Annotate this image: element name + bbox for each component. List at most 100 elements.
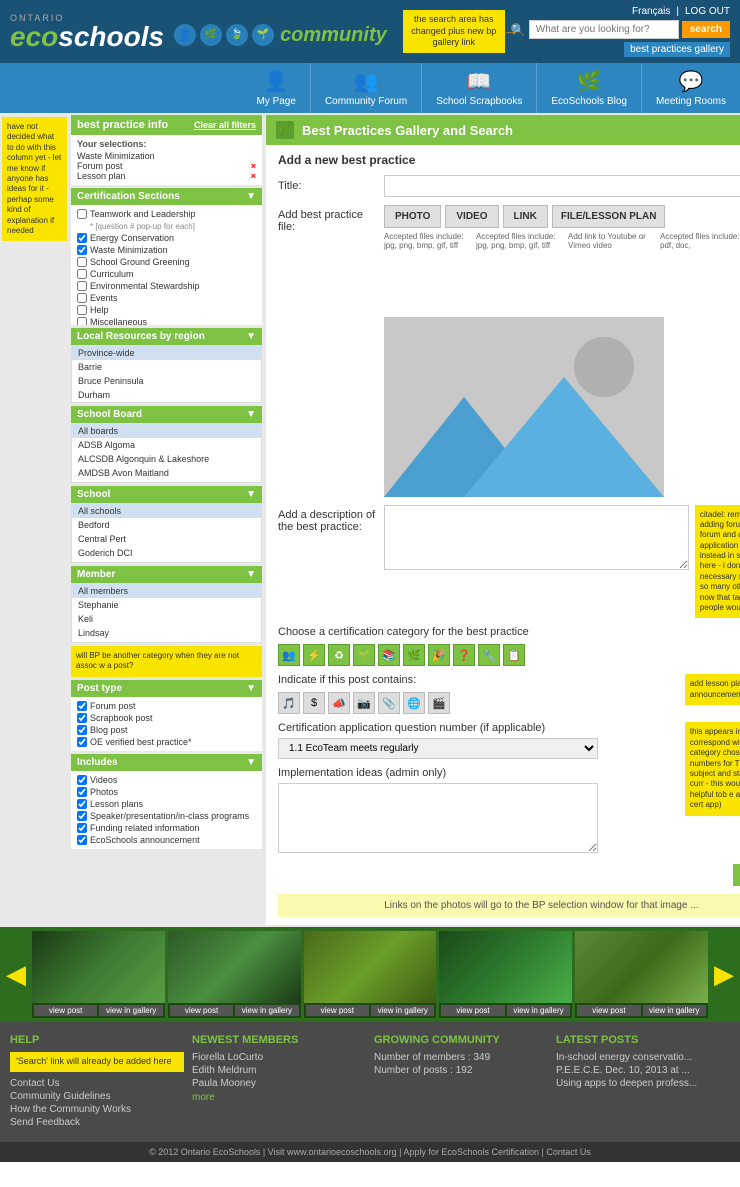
indicate-icon-3[interactable]: 📣 (328, 692, 350, 714)
photo-button[interactable]: PHOTO (384, 205, 441, 228)
cert-icon-7[interactable]: 🎉 (428, 644, 450, 666)
include-checkbox-0[interactable] (77, 775, 87, 785)
cert-icon-5[interactable]: 📚 (378, 644, 400, 666)
member-header[interactable]: Member ▼ (71, 566, 262, 583)
search-button[interactable]: search (682, 21, 730, 38)
submit-button[interactable]: submit (733, 864, 740, 886)
member-item-4[interactable]: Raisa (72, 640, 261, 643)
latest-post-2[interactable]: Using apps to deepen profess... (556, 1078, 730, 1089)
board-item-3[interactable]: AMDSB Avon Maitland (72, 466, 261, 480)
view-gallery-4[interactable]: view in gallery (643, 1005, 706, 1016)
cert-icon-8[interactable]: ❓ (453, 644, 475, 666)
local-item-0[interactable]: Province-wide (72, 346, 261, 360)
footer-contact-link[interactable]: Contact Us (10, 1078, 184, 1089)
post-checkbox-0[interactable] (77, 701, 87, 711)
local-item-1[interactable]: Barrie (72, 360, 261, 374)
include-checkbox-4[interactable] (77, 823, 87, 833)
member-item-0[interactable]: All members (72, 584, 261, 598)
impl-textarea[interactable] (278, 783, 598, 853)
school-header[interactable]: School ▼ (71, 486, 262, 503)
local-item-2[interactable]: Bruce Peninsula (72, 374, 261, 388)
cert-checkbox-6[interactable] (77, 293, 87, 303)
local-resources-header[interactable]: Local Resources by region ▼ (71, 328, 262, 345)
footer-how-link[interactable]: How the Community Works (10, 1104, 184, 1115)
cert-question-select[interactable]: 1.1 EcoTeam meets regularly (278, 738, 598, 759)
desc-textarea[interactable] (384, 505, 689, 570)
cert-icon-4[interactable]: 🌱 (353, 644, 375, 666)
include-checkbox-2[interactable] (77, 799, 87, 809)
school-item-2[interactable]: Central Pert (72, 532, 261, 546)
includes-header[interactable]: Includes ▼ (71, 754, 262, 771)
cert-icon-3[interactable]: ♻ (328, 644, 350, 666)
title-input[interactable] (384, 175, 740, 197)
indicate-icon-6[interactable]: 🌐 (403, 692, 425, 714)
cert-checkbox-1[interactable] (77, 233, 87, 243)
include-checkbox-3[interactable] (77, 811, 87, 821)
gallery-arrow-right[interactable]: ▶ (708, 959, 740, 990)
footer-feedback-link[interactable]: Send Feedback (10, 1117, 184, 1128)
nav-item-meetings[interactable]: 💬 Meeting Rooms (642, 63, 740, 113)
cert-icon-1[interactable]: 👥 (278, 644, 300, 666)
video-button[interactable]: VIDEO (445, 205, 498, 228)
footer-more-link[interactable]: more (192, 1092, 215, 1103)
cert-checkbox-4[interactable] (77, 269, 87, 279)
local-item-3[interactable]: Durham (72, 388, 261, 402)
view-gallery-1[interactable]: view in gallery (235, 1005, 298, 1016)
link-button[interactable]: LINK (503, 205, 548, 228)
view-post-2[interactable]: view post (306, 1005, 369, 1016)
member-item-2[interactable]: Keli (72, 612, 261, 626)
file-lesson-button[interactable]: FILE/LESSON PLAN (552, 205, 666, 228)
nav-item-scrapbooks[interactable]: 📖 School Scrapbooks (422, 63, 537, 113)
cert-icon-6[interactable]: 🌿 (403, 644, 425, 666)
school-item-1[interactable]: Bedford (72, 518, 261, 532)
post-type-header[interactable]: Post type ▼ (71, 680, 262, 697)
school-item-4[interactable]: Listowel Cental PS (72, 560, 261, 563)
board-item-2[interactable]: ALCSDB Algonquin & Lakeshore (72, 452, 261, 466)
francais-link[interactable]: Français (632, 6, 670, 17)
nav-item-mypage[interactable]: 👤 My Page (242, 63, 310, 113)
school-board-header[interactable]: School Board ▼ (71, 406, 262, 423)
clear-filters-link[interactable]: Clear all filters (194, 120, 256, 130)
nav-item-blog[interactable]: 🌿 EcoSchools Blog (537, 63, 642, 113)
cert-icon-2[interactable]: ⚡ (303, 644, 325, 666)
indicate-icon-5[interactable]: 📎 (378, 692, 400, 714)
indicate-icon-7[interactable]: 🎬 (428, 692, 450, 714)
member-item-1[interactable]: Stephanie (72, 598, 261, 612)
latest-post-1[interactable]: P.E.E.C.E. Dec. 10, 2013 at ... (556, 1065, 730, 1076)
remove-x-2[interactable]: × (251, 171, 256, 181)
indicate-icon-1[interactable]: 🎵 (278, 692, 300, 714)
view-post-1[interactable]: view post (170, 1005, 233, 1016)
cert-checkbox-8[interactable] (77, 317, 87, 325)
post-checkbox-3[interactable] (77, 737, 87, 747)
view-post-3[interactable]: view post (441, 1005, 504, 1016)
view-post-4[interactable]: view post (577, 1005, 640, 1016)
cert-checkbox-0[interactable] (77, 209, 87, 219)
cert-icon-9[interactable]: 🔧 (478, 644, 500, 666)
footer-guidelines-link[interactable]: Community Guidelines (10, 1091, 184, 1102)
view-gallery-2[interactable]: view in gallery (371, 1005, 434, 1016)
school-item-0[interactable]: All schools (72, 504, 261, 518)
latest-post-0[interactable]: In-school energy conservatio... (556, 1052, 730, 1063)
view-gallery-3[interactable]: view in gallery (507, 1005, 570, 1016)
view-post-0[interactable]: view post (34, 1005, 97, 1016)
indicate-icon-2[interactable]: $ (303, 692, 325, 714)
cert-checkbox-7[interactable] (77, 305, 87, 315)
include-checkbox-5[interactable] (77, 835, 87, 845)
member-item-3[interactable]: Lindsay (72, 626, 261, 640)
cert-checkbox-2[interactable] (77, 245, 87, 255)
nav-item-community-forum[interactable]: 👥 Community Forum (311, 63, 422, 113)
cert-checkbox-5[interactable] (77, 281, 87, 291)
board-item-1[interactable]: ADSB Algoma (72, 438, 261, 452)
cert-sections-header[interactable]: Certification Sections ▼ (71, 188, 262, 205)
remove-x-1[interactable]: × (251, 161, 256, 171)
post-checkbox-1[interactable] (77, 713, 87, 723)
include-checkbox-1[interactable] (77, 787, 87, 797)
indicate-icon-4[interactable]: 📷 (353, 692, 375, 714)
school-item-3[interactable]: Goderich DCI (72, 546, 261, 560)
gallery-arrow-left[interactable]: ◀ (0, 959, 32, 990)
board-item-0[interactable]: All boards (72, 424, 261, 438)
logout-link[interactable]: LOG OUT (685, 6, 730, 17)
board-item-4[interactable]: BGCDSB Bruce Grey Catholic (72, 480, 261, 483)
best-practices-link[interactable]: best practices gallery (624, 42, 730, 57)
view-gallery-0[interactable]: view in gallery (99, 1005, 162, 1016)
